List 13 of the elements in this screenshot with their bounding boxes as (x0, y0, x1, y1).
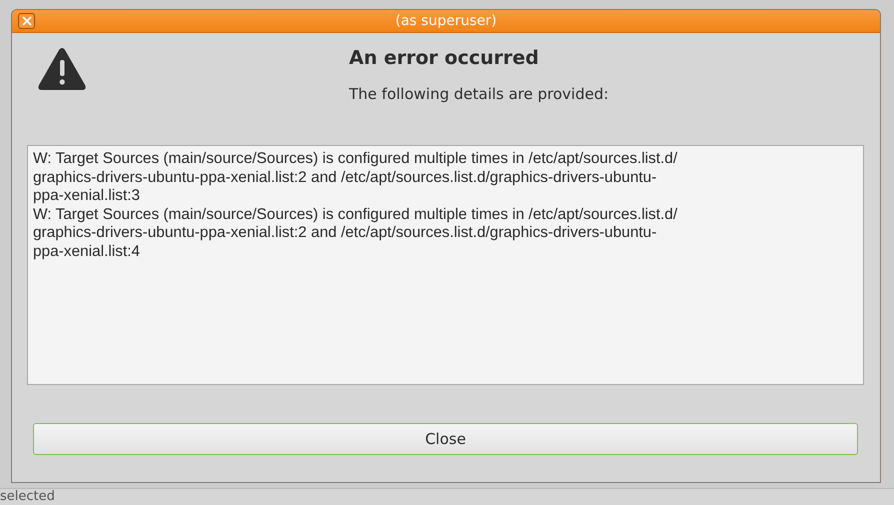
log-line: graphics-drivers-ubuntu-ppa-xenial.list:2 and /etc/apt/sources.list.d/graphics-drivers-ubuntu- (33, 168, 658, 187)
warning-icon (38, 47, 86, 91)
status-text: selected (0, 489, 55, 504)
log-line: W: Target Sources (main/source/Sources) is configured multiple times in /etc/apt/sources.list.d/ (33, 150, 678, 168)
log-line: ppa-xenial.list:4 (33, 242, 141, 261)
log-line: ppa-xenial.list:3 (33, 187, 141, 206)
details-label: The following details are provided: (349, 85, 609, 103)
window-title: (as superuser) (395, 13, 497, 29)
error-heading: An error occurred (349, 47, 540, 69)
close-dialog-button[interactable]: Close (33, 423, 858, 455)
close-button[interactable] (18, 13, 35, 29)
log-line: W: Target Sources (main/source/Sources) is configured multiple times in /etc/apt/sources.list.d/ (33, 206, 678, 224)
log-line: graphics-drivers-ubuntu-ppa-xenial.list:2 and /etc/apt/sources.list.d/graphics-drivers-ubuntu- (33, 224, 658, 242)
